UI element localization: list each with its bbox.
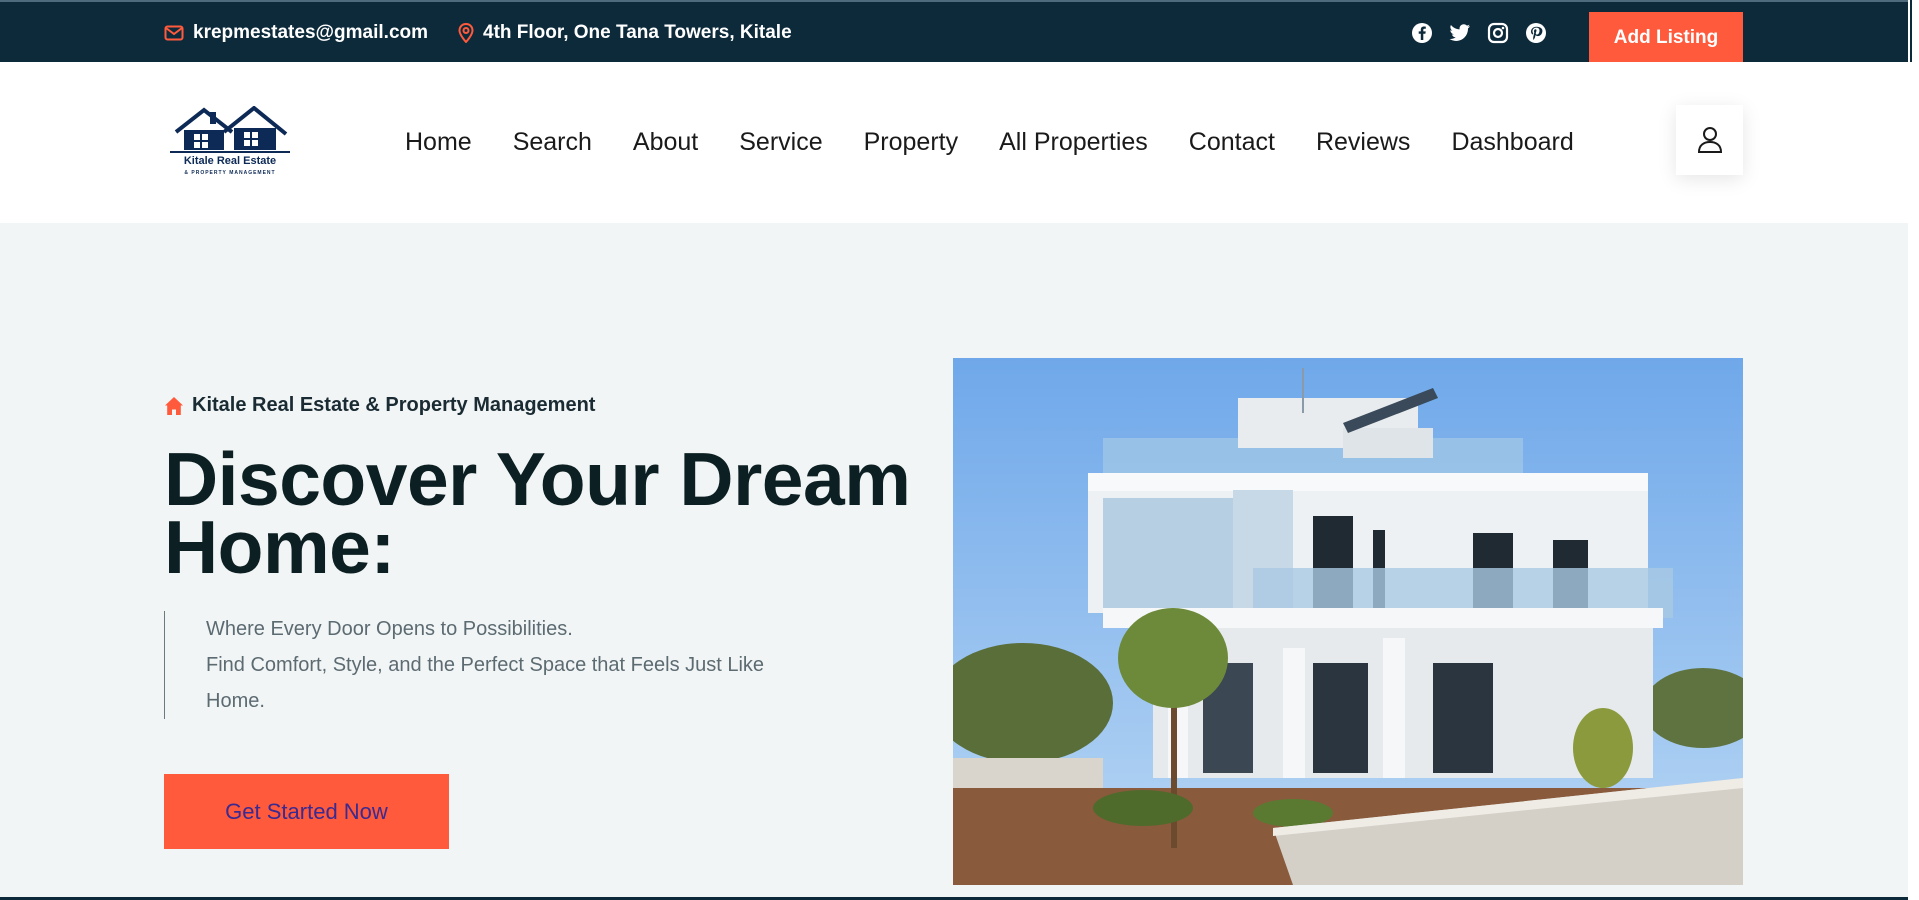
mail-icon	[164, 25, 184, 41]
scrollbar-thumb[interactable]	[1910, 0, 1912, 62]
logo-text: Kitale Real Estate	[183, 155, 277, 167]
hero-description: Where Every Door Opens to Possibilities.…	[164, 611, 804, 719]
email-text: krepmestates@gmail.com	[193, 22, 429, 43]
hero-house-image	[953, 358, 1743, 885]
hero-kicker: Kitale Real Estate & Property Management	[164, 394, 595, 417]
hero-title: Discover Your Dream Home:	[164, 442, 924, 585]
main-nav: Home Search About Service Property All P…	[405, 62, 1615, 223]
hero-kicker-text: Kitale Real Estate & Property Management	[192, 394, 596, 416]
user-icon	[1697, 127, 1722, 153]
nav-home[interactable]: Home	[405, 128, 472, 157]
site-header: Kitale Real Estate & PROPERTY MANAGEMENT…	[0, 62, 1908, 223]
nav-reviews[interactable]: Reviews	[1316, 128, 1410, 157]
nav-dashboard[interactable]: Dashboard	[1451, 128, 1573, 157]
home-icon	[165, 396, 183, 415]
map-pin-icon	[458, 23, 474, 43]
pinterest-icon[interactable]	[1525, 22, 1547, 44]
hero-description-line1: Where Every Door Opens to Possibilities.	[206, 618, 573, 640]
twitter-icon[interactable]	[1449, 22, 1471, 44]
social-links	[1411, 2, 1563, 64]
hero-description-line3: Home.	[206, 690, 265, 712]
nav-service[interactable]: Service	[739, 128, 822, 157]
user-account-button[interactable]	[1676, 105, 1743, 175]
add-listing-button[interactable]: Add Listing	[1589, 12, 1743, 64]
logo-subtext: & PROPERTY MANAGEMENT	[184, 170, 276, 176]
scrollbar-track[interactable]	[1908, 0, 1919, 900]
address-contact: 4th Floor, One Tana Towers, Kitale	[458, 2, 792, 64]
email-contact[interactable]: krepmestates@gmail.com	[164, 2, 428, 64]
hero-section: Kitale Real Estate & Property Management…	[0, 223, 1908, 900]
site-logo[interactable]: Kitale Real Estate & PROPERTY MANAGEMENT	[170, 105, 290, 186]
nav-all-properties[interactable]: All Properties	[999, 128, 1148, 157]
facebook-icon[interactable]	[1411, 22, 1433, 44]
nav-about[interactable]: About	[633, 128, 698, 157]
address-text: 4th Floor, One Tana Towers, Kitale	[483, 22, 792, 43]
hero-description-line2: Find Comfort, Style, and the Perfect Spa…	[206, 654, 765, 676]
nav-search[interactable]: Search	[513, 128, 592, 157]
topbar: krepmestates@gmail.com 4th Floor, One Ta…	[0, 0, 1908, 64]
hero-title-line2: Home:	[164, 505, 395, 589]
nav-property[interactable]: Property	[864, 128, 958, 157]
instagram-icon[interactable]	[1487, 22, 1509, 44]
get-started-button[interactable]: Get Started Now	[164, 774, 449, 849]
nav-contact[interactable]: Contact	[1189, 128, 1275, 157]
logo-houses-icon	[170, 105, 290, 153]
